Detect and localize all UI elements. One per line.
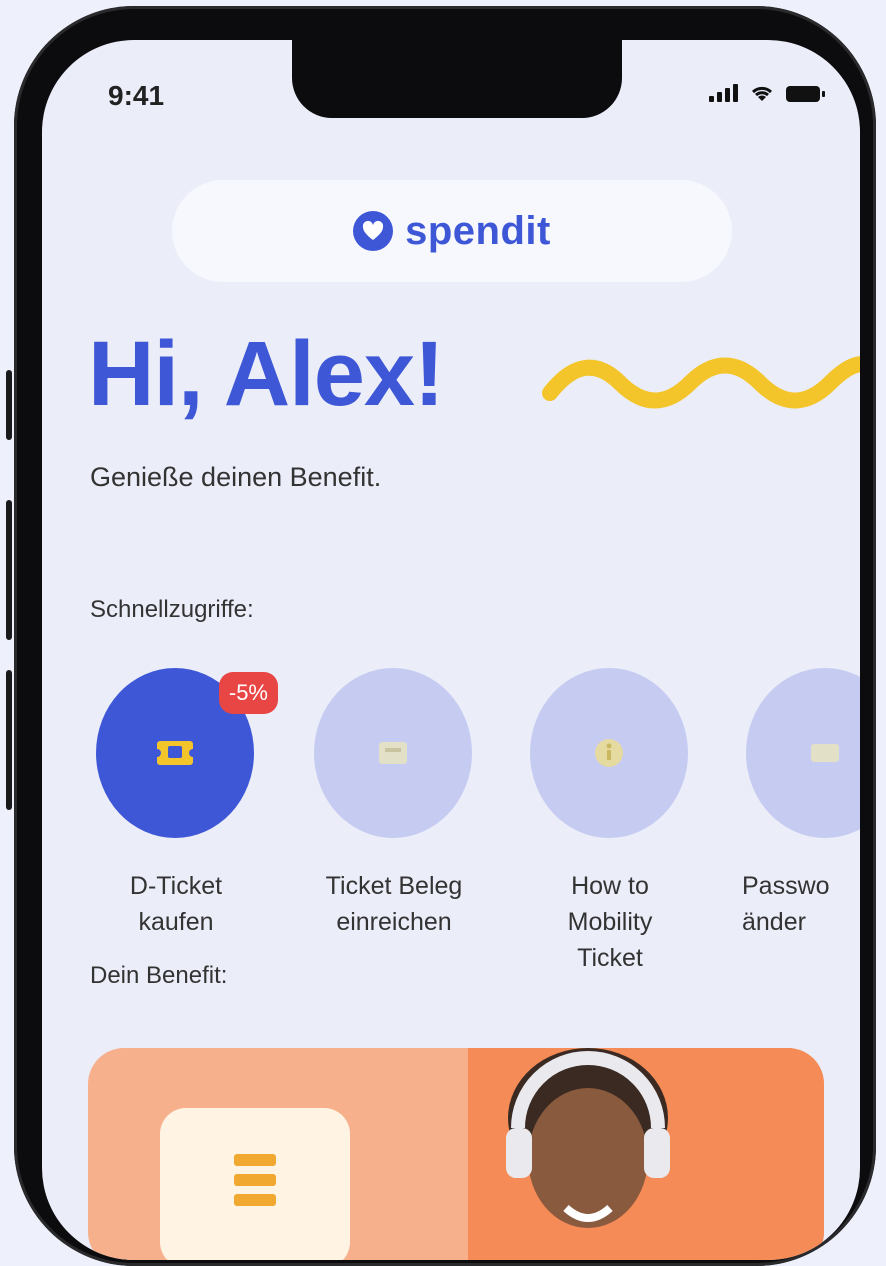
battery-icon bbox=[786, 86, 825, 102]
silent-switch bbox=[6, 370, 12, 440]
coin-card-icon bbox=[160, 1108, 350, 1260]
signal-icon bbox=[709, 84, 738, 102]
brand-header: spendit bbox=[172, 180, 732, 282]
quick-access-blob[interactable] bbox=[314, 668, 472, 838]
quick-access-label-text: How to Mobility Ticket bbox=[567, 872, 653, 972]
quick-access-passwort[interactable]: Passwo änder bbox=[742, 668, 860, 940]
brand-name: spendit bbox=[405, 208, 551, 253]
quick-access-ticket-beleg[interactable]: Ticket Beleg einreichen bbox=[314, 668, 474, 940]
notch bbox=[292, 40, 622, 118]
quick-access-blob[interactable]: -5% bbox=[96, 668, 278, 838]
password-icon bbox=[811, 744, 839, 762]
greeting-title: Hi, Alex! bbox=[88, 323, 445, 425]
quick-access-label-text: Passwo änder bbox=[742, 872, 830, 936]
wifi-icon bbox=[751, 86, 773, 101]
status-time: 9:41 bbox=[108, 80, 165, 111]
person-with-headphones-image bbox=[506, 1048, 670, 1228]
quick-access-how-to[interactable]: How to Mobility Ticket bbox=[530, 668, 690, 976]
greeting-subtitle: Genieße deinen Benefit. bbox=[90, 462, 382, 492]
app-screen: 9:41 spendit Hi, Alex! Genieße deinen Be… bbox=[42, 40, 860, 1260]
status-icons bbox=[709, 84, 825, 102]
benefit-label: Dein Benefit: bbox=[90, 962, 228, 989]
quick-access-blob[interactable] bbox=[746, 668, 860, 838]
quick-access-label-text: Ticket Beleg einreichen bbox=[325, 872, 463, 936]
ticket-icon bbox=[155, 741, 195, 765]
quick-access-label-text: D-Ticket kaufen bbox=[129, 872, 223, 936]
volume-down-button bbox=[6, 670, 12, 810]
quick-access-blob[interactable] bbox=[530, 668, 688, 838]
quick-access-label: Schnellzugriffe: bbox=[90, 596, 254, 623]
heart-badge-icon bbox=[353, 211, 394, 251]
receipt-icon bbox=[379, 742, 407, 764]
quick-access-d-ticket[interactable]: -5% D-Ticket kaufen bbox=[96, 668, 278, 940]
info-icon bbox=[595, 739, 623, 767]
volume-up-button bbox=[6, 500, 12, 640]
squiggle-decoration bbox=[542, 356, 860, 409]
benefit-card[interactable] bbox=[88, 1048, 824, 1260]
discount-badge: -5% bbox=[218, 672, 278, 714]
